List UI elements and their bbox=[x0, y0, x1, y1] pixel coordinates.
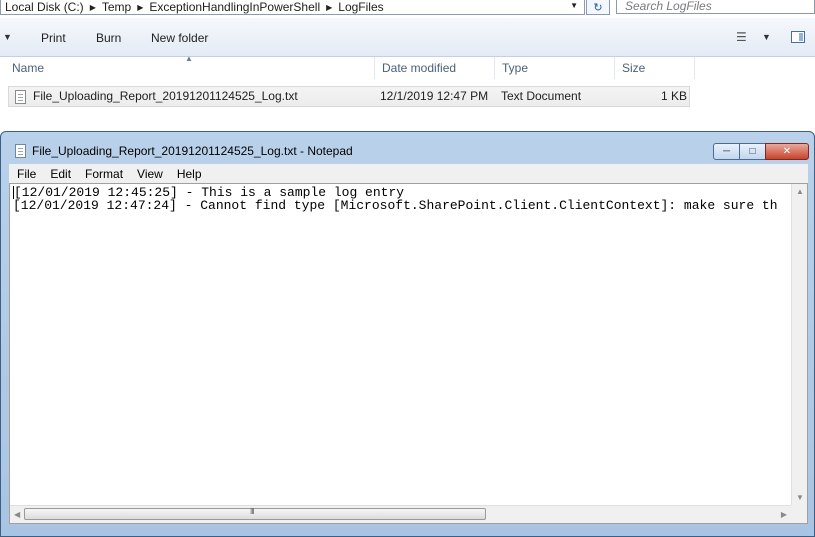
maximize-icon: □ bbox=[749, 146, 756, 157]
chevron-down-icon[interactable]: ▼ bbox=[3, 32, 12, 42]
scroll-left-icon[interactable]: ◀ bbox=[14, 510, 20, 519]
chevron-right-icon[interactable]: ▶ bbox=[324, 3, 334, 12]
breadcrumb-logfiles[interactable]: LogFiles bbox=[334, 1, 387, 13]
menu-help[interactable]: Help bbox=[169, 167, 208, 181]
horizontal-scrollbar[interactable]: ◀ III ▶ bbox=[10, 505, 791, 523]
breadcrumb-local-disk[interactable]: Local Disk (C:) bbox=[1, 1, 88, 13]
notepad-icon bbox=[15, 144, 26, 158]
file-date: 12/1/2019 12:47 PM bbox=[380, 89, 489, 103]
preview-pane-icon[interactable] bbox=[791, 31, 805, 43]
window-title: File_Uploading_Report_20191201124525_Log… bbox=[32, 144, 353, 158]
window-controls: ─ □ ✕ bbox=[713, 143, 809, 160]
menu-format[interactable]: Format bbox=[77, 167, 129, 181]
scroll-up-icon[interactable]: ▲ bbox=[796, 187, 804, 196]
close-icon: ✕ bbox=[782, 146, 792, 157]
chevron-down-icon[interactable]: ▼ bbox=[762, 32, 771, 42]
notepad-window: File_Uploading_Report_20191201124525_Log… bbox=[0, 131, 815, 537]
menu-bar: File Edit Format View Help bbox=[9, 164, 808, 183]
refresh-icon: ↻ bbox=[593, 1, 603, 14]
refresh-button[interactable]: ↻ bbox=[586, 0, 610, 15]
minimize-button[interactable]: ─ bbox=[713, 143, 740, 160]
file-size: 1 KB bbox=[660, 89, 687, 103]
breadcrumb-temp[interactable]: Temp bbox=[98, 1, 135, 13]
menu-edit[interactable]: Edit bbox=[42, 167, 77, 181]
column-size[interactable]: Size bbox=[615, 57, 695, 79]
file-row[interactable]: File_Uploading_Report_20191201124525_Log… bbox=[8, 86, 690, 107]
breadcrumb-exception-handling[interactable]: ExceptionHandlingInPowerShell bbox=[145, 1, 324, 13]
column-name[interactable]: Name bbox=[0, 57, 375, 79]
address-bar: Local Disk (C:) ▶ Temp ▶ ExceptionHandli… bbox=[0, 0, 815, 16]
menu-view[interactable]: View bbox=[129, 167, 169, 181]
menu-file[interactable]: File bbox=[9, 167, 42, 181]
text-area[interactable]: [12/01/2019 12:45:25] - This is a sample… bbox=[13, 186, 791, 504]
scrollbar-corner bbox=[791, 505, 807, 523]
text-editor[interactable]: [12/01/2019 12:45:25] - This is a sample… bbox=[9, 183, 808, 524]
text-file-icon bbox=[15, 90, 26, 104]
command-bar: ▼ Print Burn New folder ☰ ▼ bbox=[0, 18, 815, 57]
scroll-right-icon[interactable]: ▶ bbox=[781, 510, 787, 519]
burn-button[interactable]: Burn bbox=[96, 31, 121, 45]
column-header: ▲ Name Date modified Type Size bbox=[0, 54, 815, 79]
vertical-scrollbar[interactable]: ▲ ▼ bbox=[791, 184, 807, 505]
log-line: [12/01/2019 12:47:24] - Cannot find type… bbox=[13, 198, 778, 213]
file-name: File_Uploading_Report_20191201124525_Log… bbox=[33, 89, 298, 103]
breadcrumb[interactable]: Local Disk (C:) ▶ Temp ▶ ExceptionHandli… bbox=[0, 0, 585, 15]
grip-icon: III bbox=[250, 507, 255, 516]
file-type: Text Document bbox=[501, 89, 582, 103]
maximize-button[interactable]: □ bbox=[739, 143, 766, 160]
print-button[interactable]: Print bbox=[41, 31, 66, 45]
column-type[interactable]: Type bbox=[495, 57, 615, 79]
chevron-down-icon[interactable]: ▼ bbox=[570, 1, 578, 10]
view-options-icon[interactable]: ☰ bbox=[736, 30, 747, 44]
column-date-modified[interactable]: Date modified bbox=[375, 57, 495, 79]
close-button[interactable]: ✕ bbox=[765, 143, 809, 160]
scroll-down-icon[interactable]: ▼ bbox=[796, 493, 804, 502]
chevron-right-icon[interactable]: ▶ bbox=[88, 3, 98, 12]
scroll-thumb[interactable]: III bbox=[24, 507, 486, 520]
new-folder-button[interactable]: New folder bbox=[151, 31, 208, 45]
chevron-right-icon[interactable]: ▶ bbox=[135, 3, 145, 12]
minimize-icon: ─ bbox=[722, 146, 731, 157]
search-input[interactable]: Search LogFiles bbox=[616, 0, 815, 14]
